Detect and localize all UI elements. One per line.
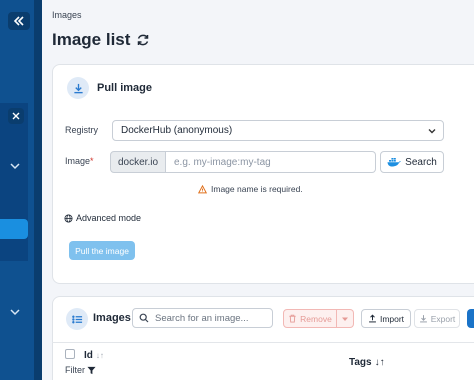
pull-image-button[interactable]: Pull the image bbox=[69, 241, 135, 260]
import-button[interactable]: Import bbox=[361, 309, 411, 328]
column-header-tags[interactable]: Tags ↓↑ bbox=[349, 357, 385, 368]
remove-label: Remove bbox=[300, 313, 332, 324]
page-title: Image list bbox=[52, 30, 150, 50]
page-title-text: Image list bbox=[52, 30, 131, 49]
warning-icon bbox=[198, 184, 207, 193]
column-header-id[interactable]: Id ↓↑ bbox=[84, 350, 104, 361]
pull-image-header: Pull image bbox=[67, 77, 152, 99]
image-name-input[interactable] bbox=[166, 151, 376, 173]
collapse-sidebar-button[interactable] bbox=[8, 12, 30, 30]
sidebar-scroll-strip bbox=[34, 0, 42, 380]
search-button-label: Search bbox=[405, 156, 437, 168]
trash-icon bbox=[289, 314, 296, 323]
image-label: Image* bbox=[65, 156, 94, 166]
advanced-mode-label: Advanced mode bbox=[76, 213, 142, 223]
column-id-label: Id bbox=[84, 350, 93, 361]
double-chevron-left-icon bbox=[13, 16, 24, 26]
primary-action-button[interactable] bbox=[467, 309, 474, 328]
images-card-divider bbox=[52, 342, 474, 343]
globe-icon bbox=[64, 213, 73, 223]
docker-icon bbox=[387, 158, 401, 167]
image-label-text: Image bbox=[65, 156, 91, 166]
id-filter-button[interactable]: Filter bbox=[65, 365, 96, 375]
image-search-box[interactable] bbox=[132, 308, 273, 328]
download-icon-badge bbox=[67, 77, 89, 99]
registry-label: Registry bbox=[65, 125, 99, 135]
breadcrumb[interactable]: Images bbox=[52, 10, 82, 20]
sidebar-item-active[interactable] bbox=[0, 219, 28, 239]
export-button[interactable]: Export bbox=[414, 309, 460, 328]
close-icon bbox=[12, 112, 20, 120]
remove-options-button[interactable] bbox=[337, 309, 354, 328]
image-search-input[interactable] bbox=[155, 312, 265, 324]
select-all-checkbox[interactable] bbox=[65, 349, 75, 359]
export-label: Export bbox=[430, 313, 456, 324]
refresh-icon[interactable] bbox=[136, 33, 150, 47]
filter-label: Filter bbox=[65, 365, 85, 375]
registry-select[interactable]: DockerHub (anonymous) bbox=[112, 120, 444, 141]
error-text: Image name is required. bbox=[211, 184, 303, 194]
column-tags-label: Tags bbox=[349, 357, 372, 368]
list-icon bbox=[71, 315, 82, 323]
registry-select-value: DockerHub (anonymous) bbox=[121, 125, 233, 136]
sort-icon: ↓↑ bbox=[374, 357, 385, 368]
download-icon bbox=[419, 315, 427, 323]
filter-icon bbox=[87, 366, 96, 374]
upload-icon bbox=[369, 314, 376, 323]
images-title: Images bbox=[93, 312, 131, 324]
close-environment-button[interactable] bbox=[8, 108, 24, 124]
sort-icon: ↓↑ bbox=[95, 351, 104, 360]
import-label: Import bbox=[379, 313, 405, 324]
remove-button[interactable]: Remove bbox=[283, 309, 337, 328]
required-mark: * bbox=[90, 156, 94, 166]
chevron-down-icon bbox=[428, 129, 436, 134]
search-icon bbox=[139, 313, 149, 323]
advanced-mode-toggle[interactable]: Advanced mode bbox=[64, 213, 141, 223]
download-icon bbox=[73, 83, 83, 93]
list-icon-badge bbox=[66, 308, 88, 330]
chevron-down-icon[interactable] bbox=[9, 160, 21, 172]
caret-down-icon bbox=[342, 317, 348, 321]
pull-image-title: Pull image bbox=[97, 82, 153, 94]
docker-search-button[interactable]: Search bbox=[380, 151, 444, 173]
registry-prefix: docker.io bbox=[110, 151, 166, 173]
chevron-down-icon[interactable] bbox=[9, 306, 21, 318]
image-validation-error: Image name is required. bbox=[198, 184, 303, 194]
